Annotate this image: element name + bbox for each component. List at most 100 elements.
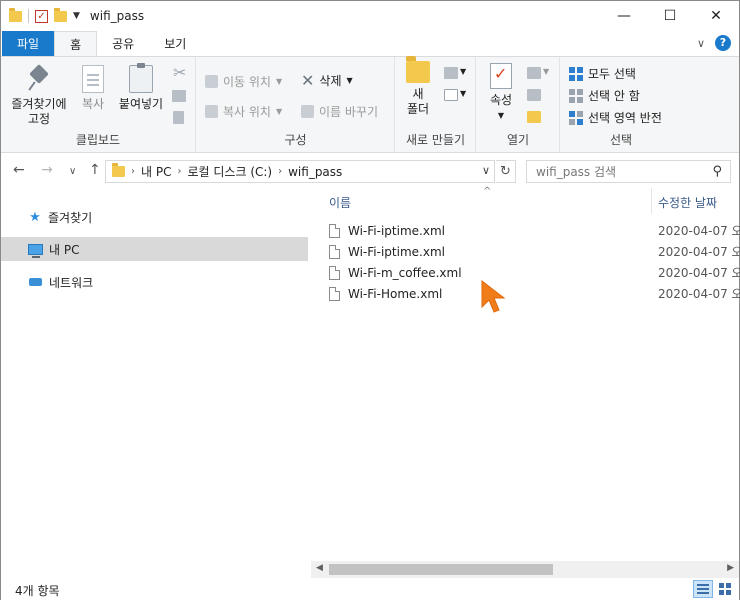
close-button[interactable]: ✕ [693,1,739,31]
properties-button[interactable]: 속성 ▼ [483,63,519,123]
tab-file[interactable]: 파일 [2,31,55,56]
move-to-dropdown-icon: ▼ [275,77,283,86]
tab-share[interactable]: 공유 [97,31,149,56]
easy-access-dropdown-icon[interactable]: ▼ [460,89,466,98]
paste-shortcut-icon[interactable] [173,111,184,124]
copy-to-dropdown-icon: ▼ [275,107,283,116]
select-all-label: 모두 선택 [588,67,636,81]
file-row[interactable]: Wi-Fi-m_coffee.xml 2020-04-07 오 [329,262,740,283]
move-to-label: 이동 위치 [223,75,271,89]
scroll-left-icon[interactable]: ◀ [316,563,323,573]
paste-label: 붙여넣기 [118,97,164,111]
scrollbar-thumb[interactable] [329,564,553,575]
customize-qat-icon[interactable]: ▼ [73,11,80,21]
search-icon[interactable]: ⚲ [712,164,722,179]
explorer-window: ✓ ▼ wifi_pass — ☐ ✕ 파일 홈 공유 보기 ∨ ? 즐겨찾기에… [0,0,740,600]
clipboard-group-label: 클립보드 [75,133,121,147]
file-row[interactable]: Wi-Fi-Home.xml 2020-04-07 오 [329,283,740,304]
pin-to-quick-access-button[interactable]: 즐겨찾기에 고정 [7,65,71,127]
nav-item-quick-access[interactable]: ★ 즐겨찾기 [1,205,308,229]
back-button[interactable]: ← [13,162,25,178]
chevron-right-icon[interactable]: › [278,166,282,177]
invert-selection-button[interactable]: 선택 영역 반전 [569,109,662,126]
new-item-icon[interactable] [444,67,458,79]
large-icons-view-icon [719,583,731,595]
edit-icon[interactable] [527,89,541,101]
address-bar[interactable]: › 내 PC › 로컬 디스크 (C:) › wifi_pass ∨ [105,160,495,183]
navigation-bar: ← → ∨ ↑ › 내 PC › 로컬 디스크 (C:) › wifi_pass… [1,154,739,188]
history-icon[interactable] [527,111,541,123]
up-button[interactable]: ↑ [89,162,101,178]
delete-button[interactable]: ✕ 삭제 ▼ [301,72,353,89]
tab-home[interactable]: 홈 [54,31,98,56]
paste-button[interactable]: 붙여넣기 [115,63,167,112]
new-item-dropdown-icon[interactable]: ▼ [460,67,466,76]
select-group-label: 선택 [609,133,633,147]
breadcrumb-local-disk[interactable]: 로컬 디스크 (C:) [187,163,272,180]
breadcrumb-this-pc[interactable]: 내 PC [141,163,171,180]
copy-to-label: 복사 위치 [223,105,271,119]
file-row[interactable]: Wi-Fi-iptime.xml 2020-04-07 오 [329,241,740,262]
file-list: ^ 이름 수정한 날짜 Wi-Fi-iptime.xml 2020-04-07 … [311,186,740,561]
chevron-right-icon[interactable]: › [131,166,135,177]
star-icon: ★ [29,209,41,225]
move-to-button[interactable]: 이동 위치 ▼ [205,73,282,90]
pin-label-line1: 즐겨찾기에 [11,97,67,111]
copy-button[interactable]: 복사 [75,65,111,112]
help-icon[interactable]: ? [715,35,731,51]
copy-path-icon[interactable] [172,90,186,102]
nav-item-network[interactable]: 네트워크 [1,270,308,294]
recent-locations-button[interactable]: ∨ [69,166,76,177]
column-separator[interactable] [651,188,652,214]
large-icons-view-button[interactable] [715,580,735,598]
collapse-ribbon-icon[interactable]: ∨ [697,37,705,50]
select-group: 모두 선택 선택 안 함 선택 영역 반전 선택 [561,57,681,152]
file-name: Wi-Fi-iptime.xml [348,244,445,259]
minimize-button[interactable]: — [601,1,647,31]
column-name[interactable]: 이름 [329,194,351,211]
copy-label: 복사 [81,97,105,111]
address-dropdown-icon[interactable]: ∨ [482,164,490,177]
file-name: Wi-Fi-iptime.xml [348,223,445,238]
copy-to-button[interactable]: 복사 위치 ▼ [205,103,282,120]
tab-view[interactable]: 보기 [149,31,201,56]
file-row[interactable]: Wi-Fi-iptime.xml 2020-04-07 오 [329,220,740,241]
file-name: Wi-Fi-Home.xml [348,286,443,301]
horizontal-scrollbar[interactable]: ◀ ▶ [311,561,739,578]
select-none-icon [569,88,583,103]
open-group: 속성 ▼ ▼ 열기 [477,57,560,152]
nav-item-this-pc[interactable]: 내 PC [1,237,308,261]
properties-dropdown-icon: ▼ [497,111,505,120]
search-box[interactable]: wifi_pass 검색 ⚲ [526,160,731,183]
chevron-right-icon[interactable]: › [177,166,181,177]
cut-icon[interactable]: ✂ [173,65,186,81]
new-folder-button[interactable]: 새 폴더 [402,56,434,117]
title-bar: ✓ ▼ wifi_pass — ☐ ✕ [1,1,739,31]
open-icon[interactable] [527,67,541,79]
breadcrumb: › 내 PC › 로컬 디스크 (C:) › wifi_pass [106,163,342,180]
copy-to-icon [205,105,218,118]
scroll-right-icon[interactable]: ▶ [727,563,734,573]
new-group-label: 새로 만들기 [405,133,465,147]
easy-access-icon[interactable] [444,89,458,101]
new-folder-icon[interactable] [54,7,67,22]
details-view-button[interactable] [693,580,713,598]
maximize-button[interactable]: ☐ [647,1,693,31]
file-date: 2020-04-07 오 [658,224,740,238]
open-dropdown-icon[interactable]: ▼ [543,67,549,76]
address-folder-icon [112,163,125,177]
column-header: ^ 이름 수정한 날짜 [311,186,739,214]
rename-button[interactable]: 이름 바꾸기 [301,103,378,120]
delete-label: 삭제 [319,74,342,88]
properties-icon[interactable]: ✓ [35,9,48,23]
refresh-button[interactable]: ↻ [496,160,516,183]
select-all-button[interactable]: 모두 선택 [569,65,636,82]
ribbon: 즐겨찾기에 고정 복사 붙여넣기 ✂ 클립보드 이동 위치 ▼ 복사 위치 ▼ … [1,56,739,153]
properties-big-icon [490,63,512,89]
nav-item-label: 네트워크 [49,275,94,290]
column-date-modified[interactable]: 수정한 날짜 [658,194,717,211]
forward-button[interactable]: → [41,162,53,178]
window-title: wifi_pass [89,9,145,23]
breadcrumb-wifi-pass[interactable]: wifi_pass [288,165,342,179]
select-none-button[interactable]: 선택 안 함 [569,87,640,104]
